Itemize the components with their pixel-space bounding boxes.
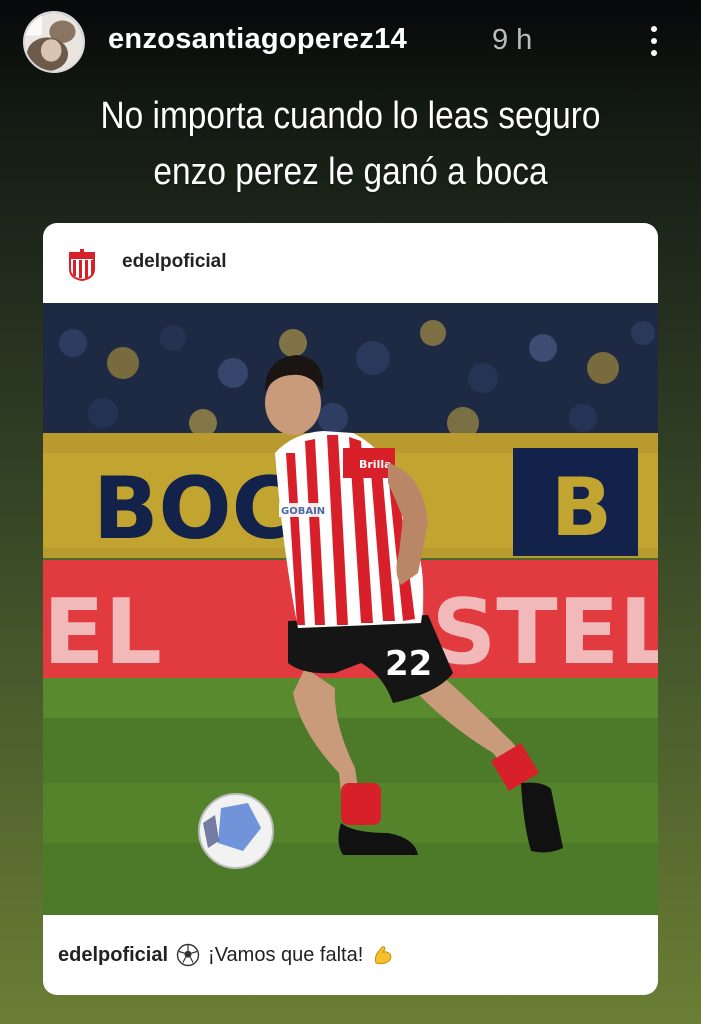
caption-line: enzo perez le ganó a boca [153, 151, 548, 193]
shorts-number: 22 [385, 644, 432, 684]
banner-text: B [551, 461, 612, 554]
post-author[interactable]: edelpoficial [122, 251, 227, 273]
story-username[interactable]: enzosantiagoperez14 [108, 23, 407, 56]
post-header: edelpoficial [43, 223, 658, 303]
jersey-sponsor: GOBAIN [281, 506, 325, 517]
flexed-biceps-icon [371, 943, 395, 967]
post-footer: edelpoficial ¡Vamos que falta! [43, 915, 658, 995]
post-caption: ¡Vamos que falta! [208, 943, 364, 966]
post-photo[interactable]: BOC B EL ISTEL 22 Brilla GOBAIN [43, 303, 658, 915]
shared-post-card[interactable]: edelpoficial BOC B EL ISTEL 22 Brilla GO… [43, 223, 658, 995]
story-time: 9 h [492, 24, 533, 56]
estudiantes-crest-icon [67, 249, 97, 282]
more-vertical-icon[interactable] [640, 22, 668, 60]
soccer-ball-icon [176, 943, 200, 967]
avatar[interactable] [23, 11, 85, 73]
jersey-sponsor: Brilla [359, 458, 392, 471]
story-header: enzosantiagoperez14 9 h [0, 0, 701, 84]
post-footer-author[interactable]: edelpoficial [58, 944, 168, 967]
banner-text: BOC [93, 459, 295, 559]
caption-line: No importa cuando lo leas seguro [100, 95, 601, 137]
ad-board-text: EL [43, 580, 162, 685]
story-caption: No importa cuando lo leas seguro enzo pe… [42, 88, 659, 200]
